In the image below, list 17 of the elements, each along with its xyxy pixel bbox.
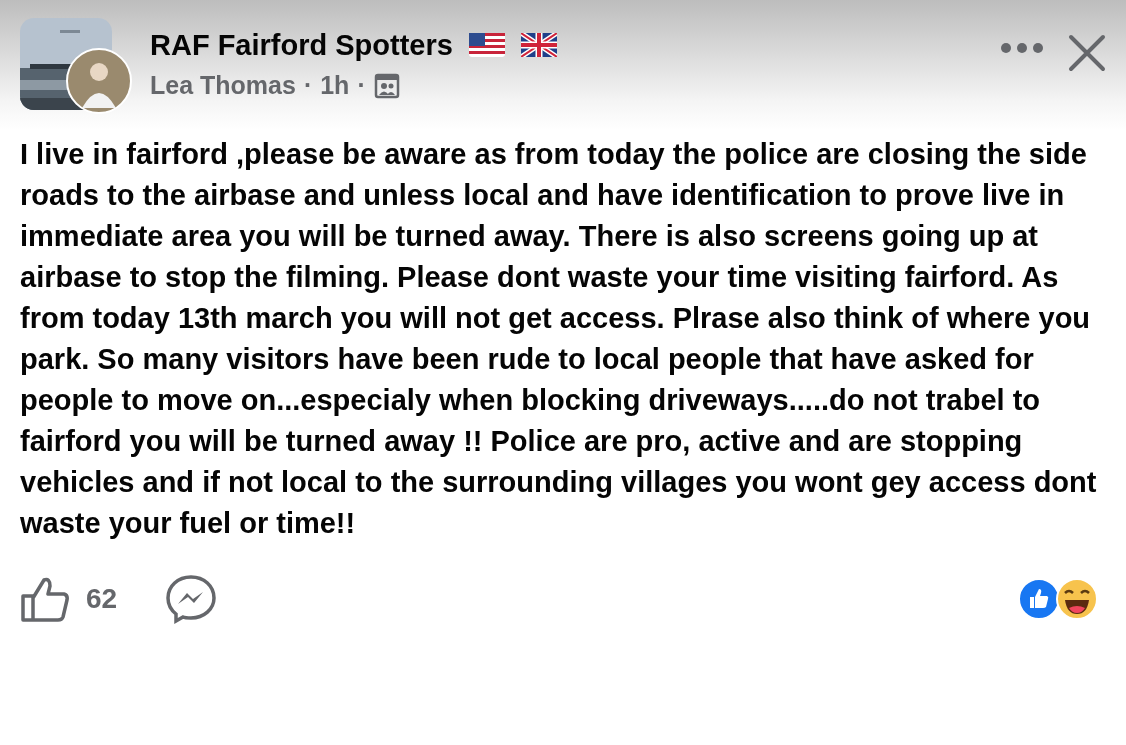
like-icon[interactable] [20,576,70,622]
close-icon[interactable] [1068,34,1106,72]
laughing-emoji-icon [1056,578,1098,620]
post-time[interactable]: 1h [320,66,350,105]
flag-icon [468,33,505,58]
flag-icon [520,33,557,58]
group-name[interactable]: RAF Fairford Spotters [150,28,453,63]
avatar[interactable] [66,48,132,114]
post-text: I live in fairford ,please be aware as from today the police are closing the side roads to the airbase and unless local and have identification to prove live in immediate area you will be turned away. There is also screens going up at airbase to stop the filming. Please dont waste your time visiting fairford. As from today 13th march you will not get access. Plrase also think of where you park. So many visitors have been rude to local people that have asked for people to move on...especialy when blocking driveways.....do not trabel to fairford you will be turned away !! Police are pro, active and are stopping vehicles and if not local to the surrounding villages you wont gey access dont waste your fuel or time!! [20,137,1098,541]
messenger-icon[interactable] [165,574,218,624]
author-name[interactable]: Lea Thomas [150,66,296,105]
more-options-icon[interactable] [1000,42,1044,54]
group-members-icon [373,72,400,99]
separator: · [303,69,313,101]
separator: · [357,69,366,101]
like-reaction-icon [1018,578,1060,620]
like-count: 62 [86,582,118,616]
